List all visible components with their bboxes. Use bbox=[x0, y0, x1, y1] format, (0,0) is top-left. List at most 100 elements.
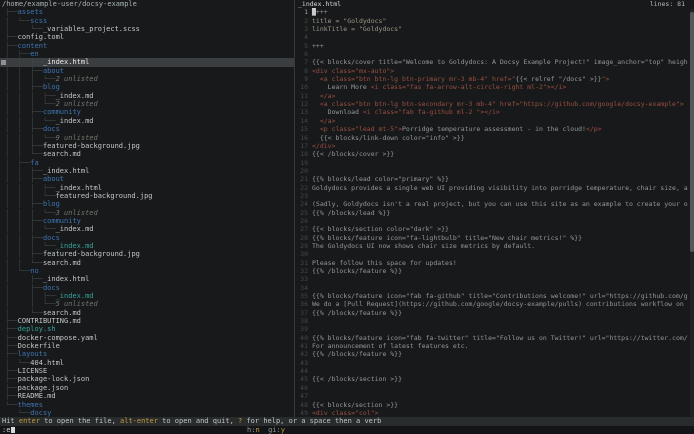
tree-item-themes[interactable]: └──themes bbox=[0, 401, 294, 409]
tree-item-2-unlisted[interactable]: │ │ │ └──2 unlisted bbox=[0, 75, 294, 83]
tree-guide: │ │ └── bbox=[5, 150, 43, 158]
line-number: 24 bbox=[296, 200, 308, 208]
tree-item-config-toml[interactable]: ├──config.toml bbox=[0, 33, 294, 41]
tree-item-fa[interactable]: │ ├──fa bbox=[0, 159, 294, 167]
line-number: 1 bbox=[296, 8, 308, 16]
panel-divider bbox=[294, 0, 295, 417]
tree-item--index-md[interactable]: │ │ │ └──_index.md bbox=[0, 225, 294, 233]
tree-item--index-md[interactable]: │ │ ├──_index.md bbox=[0, 292, 294, 300]
code-line: 3linkTitle = "Goldydocs" bbox=[296, 25, 694, 33]
tree-item-contributing-md[interactable]: ├──CONTRIBUTING.md bbox=[0, 317, 294, 325]
preview-line-count: lines: 81 bbox=[650, 0, 685, 8]
tree-item-about[interactable]: │ │ ├──about bbox=[0, 67, 294, 75]
code-line: 19 bbox=[296, 159, 694, 167]
tree-item-label: docs bbox=[43, 125, 60, 133]
line-number: 35 bbox=[296, 292, 308, 300]
tree-item-license[interactable]: ├──LICENSE bbox=[0, 367, 294, 375]
tree-item-featured-background-jpg[interactable]: │ │ ├──featured-background.jpg bbox=[0, 142, 294, 150]
preview-panel: _index.html lines: 81 1█+++2title = "Gol… bbox=[296, 0, 694, 417]
tree-item-label: _index.md bbox=[56, 242, 94, 250]
tree-item-3-unlisted[interactable]: │ │ │ └──3 unlisted bbox=[0, 209, 294, 217]
tree-item-search-md[interactable]: │ └──search.md bbox=[0, 309, 294, 317]
line-number: 2 bbox=[296, 17, 308, 25]
preview-scrollbar-thumb[interactable] bbox=[690, 12, 694, 252]
command-input-value[interactable]: :e bbox=[2, 426, 10, 434]
tree-item-label: _index.md bbox=[56, 292, 94, 300]
tree-item--index-md[interactable]: │ │ │ └──_index.md bbox=[0, 242, 294, 250]
tree-guide: │ │ ├── bbox=[5, 142, 43, 150]
tree-item-404-html[interactable]: │ └──404.html bbox=[0, 359, 294, 367]
tree-item-content[interactable]: ├──content bbox=[0, 42, 294, 50]
tree-guide: │ │ ├── bbox=[5, 58, 43, 66]
tree-item-label: themes bbox=[18, 401, 43, 409]
line-number: 5 bbox=[296, 42, 308, 50]
status-text: Hit bbox=[2, 417, 19, 425]
line-text: We do a [Pull Request](https://github.co… bbox=[312, 300, 684, 308]
tree-item-featured-background-jpg[interactable]: │ │ ├──featured-background.jpg bbox=[0, 250, 294, 258]
tree-root-path[interactable]: /home/example-user/docsy-example bbox=[0, 0, 294, 8]
line-number: 20 bbox=[296, 167, 308, 175]
line-number: 7 bbox=[296, 58, 308, 66]
tree-item-2-unlisted[interactable]: │ │ │ └──2 unlisted bbox=[0, 100, 294, 108]
tree-item-label: about bbox=[43, 67, 64, 75]
line-number: 38 bbox=[296, 317, 308, 325]
tree-item--variables-project-scss[interactable]: │ └──_variables_project.scss bbox=[0, 25, 294, 33]
tree-item-package-lock-json[interactable]: ├──package-lock.json bbox=[0, 375, 294, 383]
tree-item-docs[interactable]: │ │ ├──docs bbox=[0, 125, 294, 133]
terminal-window: /home/example-user/docsy-example ├──asse… bbox=[0, 0, 694, 434]
tree-item-label: community bbox=[43, 217, 81, 225]
tree-item-search-md[interactable]: │ │ └──search.md bbox=[0, 150, 294, 158]
code-line: 39 bbox=[296, 325, 694, 333]
code-line: 47 bbox=[296, 392, 694, 400]
tree-item-dockerfile[interactable]: ├──Dockerfile bbox=[0, 342, 294, 350]
tree-item-search-md[interactable]: │ │ └──search.md bbox=[0, 259, 294, 267]
tree-item--index-html[interactable]: │ ├──_index.html bbox=[0, 275, 294, 283]
tree-guide: ├── bbox=[5, 367, 18, 375]
tree-item--index-html[interactable]: │ │ ├──_index.html bbox=[0, 167, 294, 175]
tree-item-docker-compose-yaml[interactable]: ├──docker-compose.yaml bbox=[0, 334, 294, 342]
line-number: 45 bbox=[296, 375, 308, 383]
tree-item-blog[interactable]: │ │ ├──blog bbox=[0, 83, 294, 91]
tree-guide: │ │ ├── bbox=[5, 292, 56, 300]
tree-item-label: _index.md bbox=[56, 225, 94, 233]
tree-guide: │ │ ├── bbox=[5, 200, 43, 208]
tree-item-5-unlisted[interactable]: │ │ └──5 unlisted bbox=[0, 300, 294, 308]
line-text: +++ bbox=[312, 42, 324, 50]
tree-item-layouts[interactable]: ├──layouts bbox=[0, 350, 294, 358]
command-input-bar[interactable]: :e h:n gi:y bbox=[0, 426, 694, 434]
tree-item-scss[interactable]: │ └──scss bbox=[0, 17, 294, 25]
tree-item-en[interactable]: │ ├──en bbox=[0, 50, 294, 58]
line-text: The Goldydocs UI now shows chair size me… bbox=[312, 242, 535, 250]
tree-guide: │ └── bbox=[5, 359, 30, 367]
tree-item-label: _index.html bbox=[43, 58, 89, 66]
tree-item-label: blog bbox=[43, 200, 60, 208]
tree-item--index-html[interactable]: │ │ │ ├──_index.html bbox=[0, 184, 294, 192]
tree-item--index-md[interactable]: │ │ │ ├──_index.md bbox=[0, 92, 294, 100]
tree-guide: │ │ ├── bbox=[5, 108, 43, 116]
tree-item-blog[interactable]: │ │ ├──blog bbox=[0, 200, 294, 208]
tree-item-readme-md[interactable]: ├──README.md bbox=[0, 392, 294, 400]
tree-item--index-html[interactable]: │ │ ├──_index.html bbox=[0, 58, 294, 66]
tree-guide: │ ├── bbox=[5, 159, 30, 167]
tree-item-docsy[interactable]: └──docsy bbox=[0, 409, 294, 417]
tree-item-label: LICENSE bbox=[18, 367, 48, 375]
code-line: 49<div class="col"> bbox=[296, 409, 694, 417]
tree-item-no[interactable]: │ └──no bbox=[0, 267, 294, 275]
tree-item-deploy-sh[interactable]: ├──deploy.sh bbox=[0, 325, 294, 333]
line-text: {{% /blocks/feature %}} bbox=[312, 309, 402, 317]
preview-scrollbar[interactable] bbox=[690, 9, 694, 417]
tree-item-assets[interactable]: ├──assets bbox=[0, 8, 294, 16]
tree-item-9-unlisted[interactable]: │ │ │ └──9 unlisted bbox=[0, 134, 294, 142]
tree-item-featured-background-jpg[interactable]: │ │ │ └──featured-background.jpg bbox=[0, 192, 294, 200]
line-number: 23 bbox=[296, 192, 308, 200]
tree-item-community[interactable]: │ │ ├──community bbox=[0, 217, 294, 225]
line-number: 26 bbox=[296, 217, 308, 225]
tree-item-community[interactable]: │ │ ├──community bbox=[0, 108, 294, 116]
tree-item--index-md[interactable]: │ │ │ └──_index.md bbox=[0, 117, 294, 125]
tree-item-package-json[interactable]: ├──package.json bbox=[0, 384, 294, 392]
flag-segment: gi: bbox=[268, 426, 281, 434]
tree-item-about[interactable]: │ │ ├──about bbox=[0, 175, 294, 183]
code-line: 4 bbox=[296, 33, 694, 41]
tree-item-docs[interactable]: │ ├──docs bbox=[0, 284, 294, 292]
tree-item-docs[interactable]: │ │ ├──docs bbox=[0, 234, 294, 242]
